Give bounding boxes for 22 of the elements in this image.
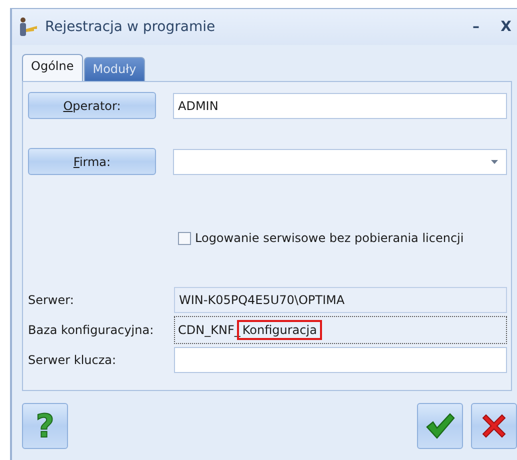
company-button[interactable]: Firma: — [28, 148, 156, 175]
checkbox-label[interactable]: Logowanie serwisowe bez pobierania licencji — [195, 231, 464, 245]
cancel-button[interactable] — [471, 403, 517, 449]
field-label: Serwer klucza: — [28, 353, 118, 367]
field-label: Serwer: — [28, 293, 75, 307]
operator-button[interactable]: Operator: — [28, 92, 156, 119]
close-button[interactable]: X — [495, 19, 517, 35]
minimize-button[interactable]: – — [465, 19, 487, 35]
person-key-icon — [17, 17, 39, 37]
ok-button[interactable] — [417, 403, 463, 449]
operator-field[interactable]: ADMIN — [173, 92, 507, 118]
checkbox[interactable] — [178, 232, 191, 244]
field-text: WIN-K05PQ4E5U70\OPTIMA — [179, 293, 345, 307]
field-label: Baza konfiguracyjna: — [28, 323, 155, 337]
dropdown-arrow-icon — [491, 160, 498, 164]
highlighted-text: Konfiguracja — [240, 323, 319, 337]
window-title: Rejestracja w programie — [45, 19, 216, 35]
company-dropdown[interactable] — [173, 148, 507, 174]
checkmark-icon — [425, 412, 455, 440]
text-field[interactable] — [174, 347, 507, 373]
tab[interactable]: Ogólne — [22, 54, 83, 81]
cross-icon — [480, 412, 508, 440]
